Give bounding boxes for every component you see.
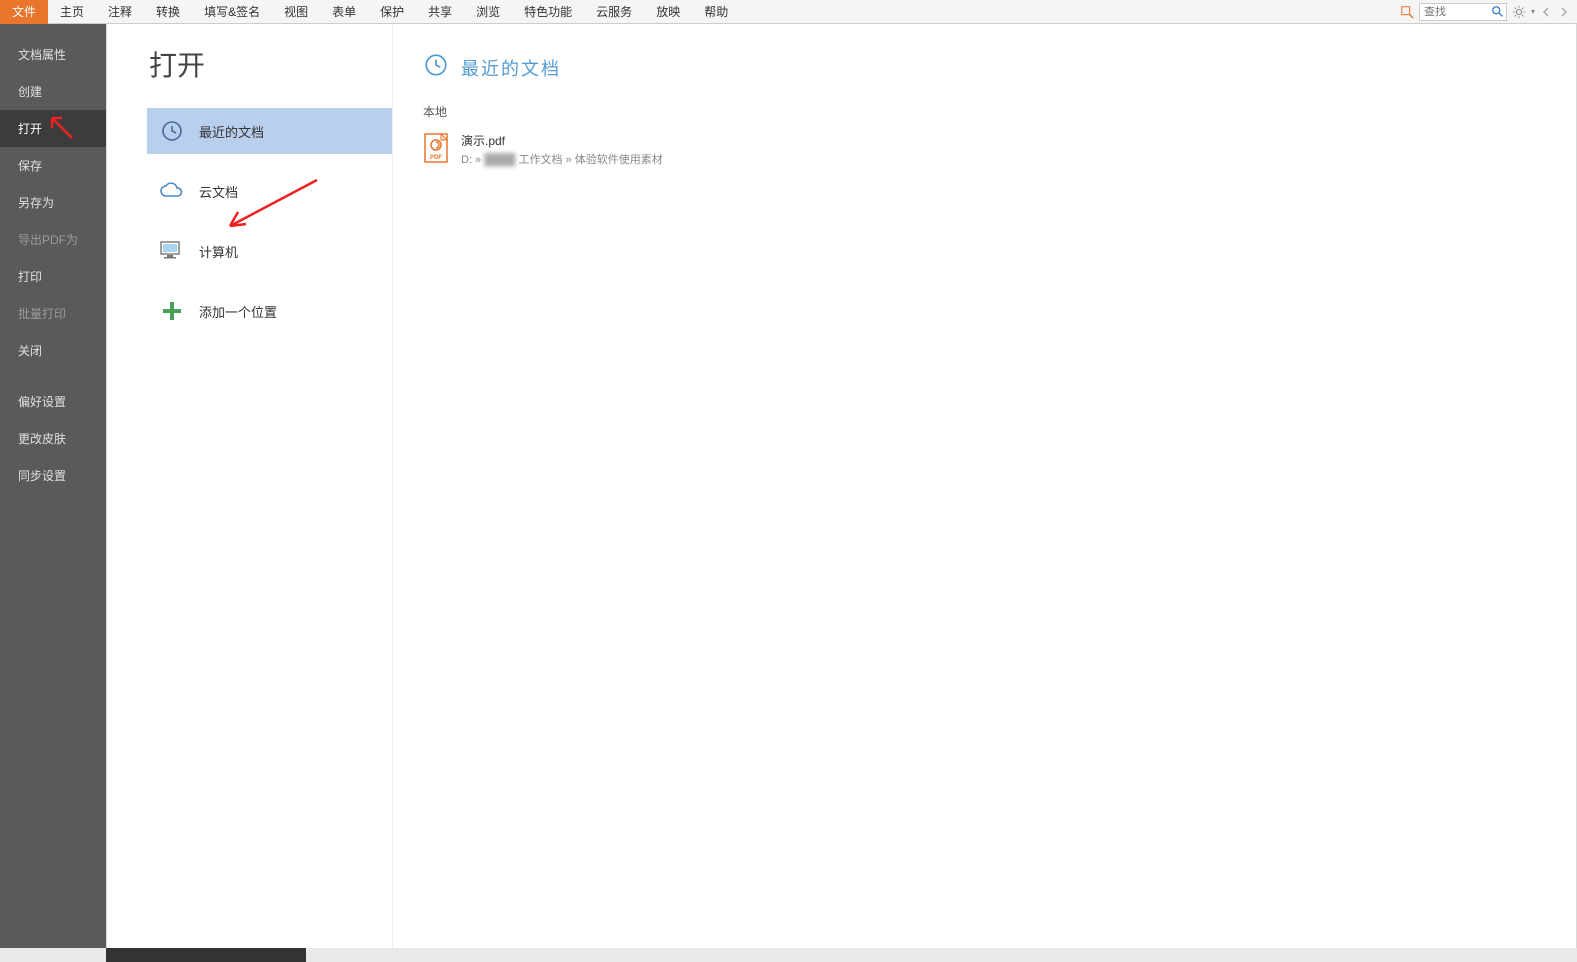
pdf-icon: PDF — [423, 132, 449, 164]
sidebar-item-create[interactable]: 创建 — [0, 73, 106, 110]
clock-icon — [159, 118, 185, 144]
cloud-icon — [159, 178, 185, 204]
svg-text:PDF: PDF — [430, 155, 442, 161]
nav-back-icon[interactable] — [1539, 5, 1553, 19]
ribbon-tab-protect[interactable]: 保护 — [368, 0, 416, 24]
ribbon-tab-file[interactable]: 文件 — [0, 0, 48, 24]
sidebar-item-preferences[interactable]: 偏好设置 — [0, 383, 106, 420]
ribbon-tab-comment[interactable]: 注释 — [96, 0, 144, 24]
ribbon-tab-share[interactable]: 共享 — [416, 0, 464, 24]
location-add[interactable]: 添加一个位置 — [147, 288, 392, 334]
sidebar-item-batchprint: 批量打印 — [0, 295, 106, 332]
sidebar-item-exportpdf: 导出PDF为 — [0, 221, 106, 258]
dropdown-icon[interactable]: ▾ — [1531, 7, 1535, 16]
ribbon-tab-home[interactable]: 主页 — [48, 0, 96, 24]
sidebar-item-sync[interactable]: 同步设置 — [0, 457, 106, 494]
plus-icon — [159, 298, 185, 324]
doc-name: 演示.pdf — [461, 132, 663, 149]
location-computer[interactable]: 计算机 — [147, 228, 392, 274]
ribbon-tab-view[interactable]: 视图 — [272, 0, 320, 24]
open-title: 打开 — [147, 44, 392, 84]
ribbon-tab-convert[interactable]: 转换 — [144, 0, 192, 24]
gear-icon[interactable] — [1511, 4, 1527, 20]
nav-forward-icon[interactable] — [1557, 5, 1571, 19]
recent-panel: 最近的文档 本地 PDF 演示.pdf D: » ████ 工作文档 » 体验软… — [393, 24, 1576, 961]
ribbon-right-controls: ▾ — [1399, 3, 1577, 21]
sidebar-item-save[interactable]: 保存 — [0, 147, 106, 184]
doc-path: D: » ████ 工作文档 » 体验软件使用素材 — [461, 151, 663, 167]
sidebar-item-saveas[interactable]: 另存为 — [0, 184, 106, 221]
ribbon-tab-form[interactable]: 表单 — [320, 0, 368, 24]
location-label: 计算机 — [199, 242, 238, 261]
search-icon[interactable] — [1490, 4, 1506, 20]
location-recent[interactable]: 最近的文档 — [147, 108, 392, 154]
search-input[interactable] — [1420, 6, 1490, 18]
ribbon-tab-help[interactable]: 帮助 — [692, 0, 740, 24]
bottom-bar — [0, 948, 1577, 962]
ribbon-tab-fillsign[interactable]: 填写&签名 — [192, 0, 272, 24]
ribbon-tab-features[interactable]: 特色功能 — [512, 0, 584, 24]
location-label: 添加一个位置 — [199, 302, 277, 321]
ribbon-tab-slideshow[interactable]: 放映 — [644, 0, 692, 24]
recent-title: 最近的文档 — [461, 55, 561, 81]
sidebar-item-open[interactable]: 打开 — [0, 110, 106, 147]
quick-search-icon[interactable] — [1399, 4, 1415, 20]
recent-doc-item[interactable]: PDF 演示.pdf D: » ████ 工作文档 » 体验软件使用素材 — [423, 128, 1576, 171]
search-input-wrapper — [1419, 3, 1507, 21]
location-label: 最近的文档 — [199, 122, 264, 141]
sidebar-item-properties[interactable]: 文档属性 — [0, 36, 106, 73]
sidebar-item-print[interactable]: 打印 — [0, 258, 106, 295]
location-cloud[interactable]: 云文档 — [147, 168, 392, 214]
open-panel: 打开 最近的文档 云文档 — [107, 24, 393, 961]
clock-icon — [423, 52, 449, 83]
sidebar-item-skin[interactable]: 更改皮肤 — [0, 420, 106, 457]
recent-section-local: 本地 — [423, 103, 1576, 120]
ribbon-tab-browse[interactable]: 浏览 — [464, 0, 512, 24]
computer-icon — [159, 238, 185, 264]
ribbon-bar: 文件 主页 注释 转换 填写&签名 视图 表单 保护 共享 浏览 特色功能 云服… — [0, 0, 1577, 24]
ribbon-tab-cloud[interactable]: 云服务 — [584, 0, 644, 24]
location-label: 云文档 — [199, 182, 238, 201]
sidebar-item-close[interactable]: 关闭 — [0, 332, 106, 369]
file-sidebar: 文档属性 创建 打开 保存 另存为 导出PDF为 打印 批量打印 关闭 偏好设置… — [0, 24, 106, 962]
